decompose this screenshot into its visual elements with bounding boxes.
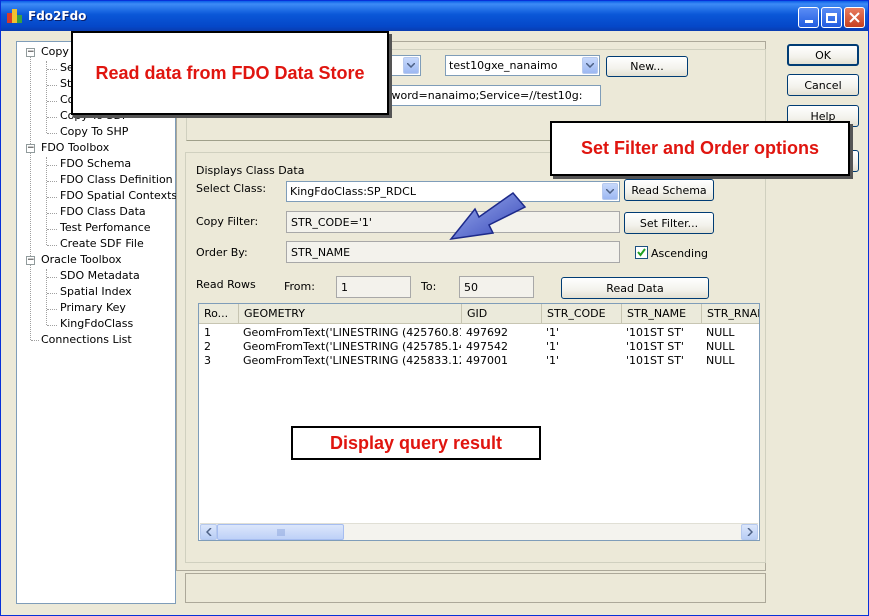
tree-item-fdo-toolbox[interactable]: FDO Toolbox [41, 141, 109, 154]
read-rows-label: Read Rows [196, 278, 256, 291]
datastore-value: test10gxe_nanaimo [449, 59, 558, 72]
str-name-cell: '101ST ST' [626, 326, 684, 339]
tree-item-spatial-index[interactable]: Spatial Index [60, 285, 132, 298]
tree-item-copy-to-shp[interactable]: Copy To SHP [60, 125, 128, 138]
row-number-cell: 3 [204, 354, 211, 367]
new-connection-button[interactable]: New... [606, 56, 688, 77]
str-rnam-cell: NULL [706, 354, 735, 367]
column-header[interactable]: Ro... [199, 304, 239, 324]
tree-item-kingfdoclass[interactable]: KingFdoClass [60, 317, 133, 330]
tree-item-oracle-toolbox[interactable]: Oracle Toolbox [41, 253, 122, 266]
navigation-tree[interactable]: − Copy FDO Select Start Copy Copy To SDF… [16, 41, 177, 604]
from-label: From: [284, 280, 315, 293]
select-class-value: KingFdoClass:SP_RDCL [290, 185, 416, 198]
gid-cell: 497542 [466, 340, 508, 353]
collapse-icon[interactable]: − [26, 48, 35, 57]
arrow-left-icon [205, 528, 212, 536]
grip-icon [277, 528, 284, 536]
scroll-left-button[interactable] [200, 524, 217, 540]
window-title: Fdo2Fdo [28, 9, 87, 23]
ok-button[interactable]: OK [787, 44, 859, 66]
chevron-down-icon[interactable] [602, 183, 618, 200]
read-schema-button[interactable]: Read Schema [624, 179, 714, 201]
chevron-down-icon[interactable] [582, 57, 598, 74]
tree-item-fdo-class-definition[interactable]: FDO Class Definition [60, 173, 173, 186]
column-header[interactable]: GEOMETRY [239, 304, 462, 324]
tree-item-fdo-spatial-contexts[interactable]: FDO Spatial Contexts [60, 189, 177, 202]
order-by-label: Order By: [196, 246, 248, 259]
callout-filter-order: Set Filter and Order options [550, 121, 850, 176]
app-window: Fdo2Fdo − Copy FDO Select Start Copy Cop… [0, 0, 869, 616]
str-code-cell: '1' [546, 340, 560, 353]
callout-read-data: Read data from FDO Data Store [71, 31, 389, 115]
ascending-checkbox[interactable] [635, 246, 648, 259]
set-filter-button[interactable]: Set Filter... [624, 212, 714, 234]
collapse-icon[interactable]: − [26, 144, 35, 153]
tree-item-sdo-metadata[interactable]: SDO Metadata [60, 269, 140, 282]
maximize-icon [826, 12, 837, 23]
str-name-cell: '101ST ST' [626, 354, 684, 367]
str-code-cell: '1' [546, 354, 560, 367]
geometry-cell: GeomFromText('LINESTRING (425785.14... [243, 340, 461, 353]
app-icon [7, 9, 23, 23]
copy-filter-label: Copy Filter: [196, 215, 259, 228]
select-class-label: Select Class: [196, 182, 267, 195]
column-header[interactable]: STR_RNAM [702, 304, 759, 324]
tree-item-connections-list[interactable]: Connections List [41, 333, 132, 346]
maximize-button[interactable] [821, 7, 842, 28]
tree-item-test-perfomance[interactable]: Test Perfomance [60, 221, 151, 234]
callout-query-result: Display query result [291, 426, 541, 460]
column-header[interactable]: STR_CODE [542, 304, 622, 324]
gid-cell: 497692 [466, 326, 508, 339]
close-button[interactable] [844, 7, 865, 28]
collapse-icon[interactable]: − [26, 256, 35, 265]
horizontal-scrollbar[interactable] [200, 523, 758, 540]
chevron-down-icon[interactable] [403, 57, 419, 74]
to-label: To: [421, 280, 437, 293]
str-rnam-cell: NULL [706, 340, 735, 353]
column-header[interactable]: GID [462, 304, 542, 324]
read-data-button[interactable]: Read Data [561, 277, 709, 299]
scroll-right-button[interactable] [741, 524, 758, 540]
arrow-right-icon [746, 528, 753, 536]
title-bar[interactable]: Fdo2Fdo [1, 1, 868, 31]
column-header[interactable]: STR_NAME [622, 304, 702, 324]
close-icon [849, 12, 860, 23]
scroll-thumb[interactable] [217, 524, 344, 540]
geometry-cell: GeomFromText('LINESTRING (425833.12... [243, 354, 461, 367]
row-number-cell: 2 [204, 340, 211, 353]
minimize-button[interactable] [798, 7, 819, 28]
str-code-cell: '1' [546, 326, 560, 339]
annotation-arrow-icon [449, 191, 527, 241]
minimize-icon [804, 20, 813, 23]
from-field[interactable]: 1 [336, 276, 411, 298]
results-grid[interactable]: Ro... GEOMETRY GID STR_CODE STR_NAME STR… [198, 303, 760, 541]
grid-header: Ro... GEOMETRY GID STR_CODE STR_NAME STR… [199, 304, 759, 324]
status-panel [185, 573, 766, 603]
group-title: Displays Class Data [196, 164, 305, 177]
tree-item-create-sdf-file[interactable]: Create SDF File [60, 237, 144, 250]
str-name-cell: '101ST ST' [626, 340, 684, 353]
gid-cell: 497001 [466, 354, 508, 367]
order-by-field[interactable]: STR_NAME [286, 241, 620, 263]
ascending-label[interactable]: Ascending [651, 247, 708, 260]
checkmark-icon [637, 248, 646, 257]
row-number-cell: 1 [204, 326, 211, 339]
tree-item-fdo-schema[interactable]: FDO Schema [60, 157, 131, 170]
geometry-cell: GeomFromText('LINESTRING (425760.81... [243, 326, 461, 339]
tree-item-fdo-class-data[interactable]: FDO Class Data [60, 205, 146, 218]
str-rnam-cell: NULL [706, 326, 735, 339]
to-field[interactable]: 50 [459, 276, 534, 298]
tree-item-primary-key[interactable]: Primary Key [60, 301, 126, 314]
datastore-dropdown[interactable]: test10gxe_nanaimo [445, 55, 600, 76]
cancel-button[interactable]: Cancel [787, 74, 859, 96]
